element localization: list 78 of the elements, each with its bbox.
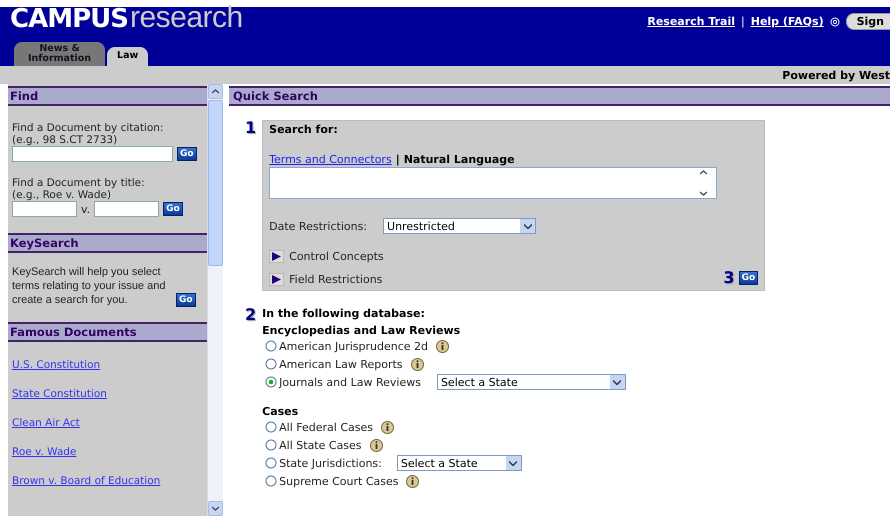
info-icon[interactable]	[370, 438, 383, 452]
caret-icon	[613, 380, 622, 384]
go-button[interactable]: Go	[163, 202, 183, 216]
option-label[interactable]: Supreme Court Cases	[279, 474, 398, 488]
tab[interactable]: Law	[107, 47, 148, 66]
option-label[interactable]: American Jurisprudence 2d	[279, 340, 428, 352]
radio-button[interactable]	[265, 457, 278, 469]
expand-arrow-icon[interactable]	[269, 250, 284, 263]
separator: |	[741, 15, 745, 28]
radio-button[interactable]	[265, 340, 278, 352]
section-header: Find	[8, 86, 207, 106]
search-text-area[interactable]	[269, 167, 718, 199]
tab[interactable]: News & Information	[14, 42, 106, 66]
separator: |	[396, 153, 400, 166]
state-select[interactable]: Select a State	[436, 374, 626, 390]
expand-arrow-icon[interactable]	[269, 273, 284, 286]
info-icon[interactable]	[406, 474, 420, 488]
database-label: In the following database:	[262, 307, 426, 320]
scroll-down-icon	[212, 506, 219, 511]
scroll-up-icon	[700, 170, 708, 175]
scrollbar[interactable]	[207, 84, 223, 516]
option-label[interactable]: Journals and Law Reviews	[279, 376, 421, 388]
sign-in-button[interactable]: Sign	[846, 13, 890, 30]
title-input[interactable]	[12, 201, 77, 217]
citation-label: Find a Document by citation: (e.g., 98 S.CT 2733)	[11, 122, 164, 146]
info-icon[interactable]	[410, 358, 424, 370]
title-input[interactable]	[94, 201, 160, 217]
go-button[interactable]: Go	[738, 271, 758, 285]
option-label[interactable]: All Federal Cases	[279, 420, 373, 434]
section-header: Famous Documents	[8, 322, 207, 342]
radio-button[interactable]	[265, 376, 278, 388]
step-number: 3	[723, 270, 735, 286]
caret-icon	[509, 460, 518, 466]
go-button[interactable]: Go	[176, 293, 196, 307]
step-number: 1	[245, 120, 256, 139]
document-link[interactable]: U.S. Constitution	[8, 359, 104, 371]
radio-button[interactable]	[265, 475, 278, 487]
search-mode-link[interactable]: Terms and Connectors	[269, 153, 392, 166]
scroll-down-icon	[700, 191, 708, 196]
citation-input[interactable]	[12, 146, 173, 162]
date-label: Date Restrictions:	[269, 220, 368, 232]
dropdown-button[interactable]	[506, 456, 521, 470]
section-header: KeySearch	[8, 233, 207, 253]
step-number: 2	[245, 307, 256, 326]
search-mode-link[interactable]: Natural Language	[404, 153, 515, 166]
dropdown-button[interactable]	[520, 219, 536, 233]
search-for-label: Search for:	[269, 123, 339, 136]
document-link[interactable]: Clean Air Act	[8, 417, 84, 429]
logo: CAMPUSresearch	[10, 3, 243, 34]
info-icon[interactable]	[436, 340, 450, 352]
date-select[interactable]: Unrestricted	[383, 218, 536, 234]
option-label[interactable]: All State Cases	[279, 438, 362, 452]
group-title: Encyclopedias and Law Reviews	[262, 324, 462, 337]
caret-icon	[524, 224, 532, 228]
section-header: Quick Search	[229, 86, 890, 106]
go-button[interactable]: Go	[177, 147, 197, 161]
document-link[interactable]: State Constitution	[8, 388, 111, 400]
help-icon	[830, 16, 840, 26]
info-icon[interactable]	[380, 420, 394, 434]
versus-label: v.	[81, 202, 90, 216]
group-title: Cases	[262, 405, 300, 418]
radio-button[interactable]	[265, 358, 278, 370]
radio-button[interactable]	[265, 439, 278, 451]
option-label[interactable]: American Law Reports	[279, 358, 403, 370]
header-link[interactable]: Help (FAQs)	[750, 15, 824, 28]
expander-label[interactable]: Field Restrictions	[289, 273, 382, 286]
title-label: Find a Document by title: (e.g., Roe v. Wade)	[11, 177, 146, 201]
state-select[interactable]: Select a State	[396, 455, 522, 471]
expander-label[interactable]: Control Concepts	[289, 250, 384, 263]
header-link[interactable]: Research Trail	[647, 15, 736, 28]
keysearch-description: KeySearch will help you select terms relating to your issue and create a search for you.	[12, 265, 166, 307]
document-link[interactable]: Roe v. Wade	[8, 446, 80, 458]
document-link[interactable]: Brown v. Board of Education	[8, 475, 164, 487]
option-label[interactable]: State Jurisdictions:	[279, 456, 382, 470]
scroll-up-icon	[212, 89, 219, 94]
radio-button[interactable]	[265, 421, 278, 433]
powered-by-text: Powered by West	[782, 68, 890, 82]
dropdown-button[interactable]	[610, 375, 625, 389]
